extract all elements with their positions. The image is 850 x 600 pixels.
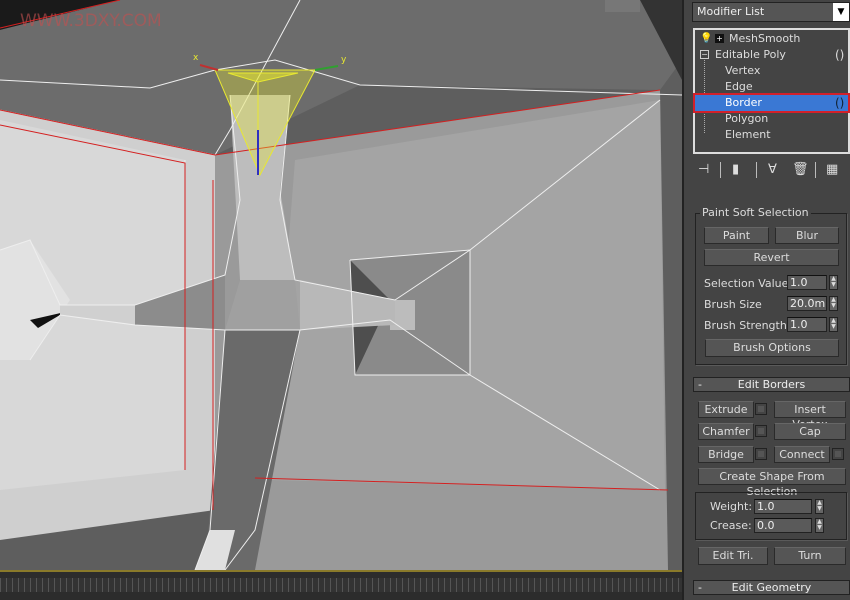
brush-strength-label: Brush Strength — [704, 319, 787, 332]
brush-size-label: Brush Size — [704, 298, 762, 311]
timeline-ticks — [0, 578, 682, 592]
connect-settings-button[interactable] — [832, 448, 844, 460]
modifier-list-dropdown[interactable]: Modifier List ▼ — [692, 2, 850, 22]
stack-item-element[interactable]: Element — [695, 127, 848, 143]
brush-size-spinner[interactable]: ▲ ▼ — [829, 296, 838, 311]
remove-modifier-icon[interactable]: 🗑 — [792, 162, 809, 177]
separator — [815, 162, 816, 178]
weight-input[interactable]: 1.0 — [754, 499, 812, 514]
perspective-viewport[interactable]: x y WWW.3DXY.COM — [0, 0, 683, 571]
selection-value-label: Selection Value — [704, 277, 789, 290]
crease-label: Crease: — [710, 519, 752, 532]
brush-size-input[interactable]: 20.0mm — [787, 296, 827, 311]
group-title: Paint Soft Selection — [700, 206, 811, 219]
edit-borders-rollout-header[interactable]: - Edit Borders — [693, 377, 850, 392]
light-icon: () — [835, 48, 845, 62]
crease-spinner[interactable]: ▲ ▼ — [815, 518, 824, 533]
modifier-list-label: Modifier List — [697, 5, 765, 18]
lightbulb-icon[interactable]: 💡 — [700, 31, 712, 47]
collapse-icon: - — [698, 581, 702, 594]
configure-modifier-sets-icon[interactable]: ▦ — [826, 162, 838, 177]
chamfer-settings-button[interactable] — [755, 425, 767, 437]
revert-button[interactable]: Revert — [704, 249, 839, 266]
connect-button[interactable]: Connect — [774, 446, 830, 463]
chamfer-button[interactable]: Chamfer — [698, 423, 754, 440]
viewport-scene: x y WWW.3DXY.COM — [0, 0, 683, 571]
edit-tri-button[interactable]: Edit Tri. — [698, 547, 768, 565]
edit-geometry-rollout-header[interactable]: - Edit Geometry — [693, 580, 850, 595]
paint-button[interactable]: Paint — [704, 227, 769, 244]
collapse-icon: - — [698, 378, 702, 391]
collapse-icon[interactable]: − — [700, 50, 709, 59]
create-shape-button[interactable]: Create Shape From Selection — [698, 468, 846, 498]
insert-vertex-button[interactable]: Insert Vertex — [774, 401, 846, 431]
weight-label: Weight: — [710, 500, 753, 513]
stack-item-border[interactable]: Border() — [693, 93, 850, 113]
modifier-stack[interactable]: 💡 + MeshSmooth − Editable Poly () Vertex… — [693, 28, 850, 154]
brush-strength-spinner[interactable]: ▲ ▼ — [829, 317, 838, 332]
bridge-settings-button[interactable] — [755, 448, 767, 460]
make-unique-icon[interactable]: ∀ — [768, 162, 777, 177]
rollout-title: Edit Geometry — [731, 581, 812, 594]
brush-strength-input[interactable]: 1.0 — [787, 317, 827, 332]
selection-value-input[interactable]: 1.0 — [787, 275, 827, 290]
separator — [720, 162, 721, 178]
cap-button[interactable]: Cap — [774, 423, 846, 440]
watermark: WWW.3DXY.COM — [20, 11, 162, 31]
separator — [756, 162, 757, 178]
bridge-button[interactable]: Bridge — [698, 446, 754, 463]
expand-icon[interactable]: + — [715, 34, 724, 43]
stack-item-meshsmooth[interactable]: 💡 + MeshSmooth — [695, 31, 848, 47]
x-axis-label: x — [193, 53, 199, 63]
stack-item-vertex[interactable]: Vertex — [695, 63, 848, 79]
selection-value-spinner[interactable]: ▲ ▼ — [829, 275, 838, 290]
brush-options-button[interactable]: Brush Options — [705, 339, 839, 357]
timeline-track[interactable] — [0, 570, 682, 600]
rollout-title: Edit Borders — [737, 378, 806, 391]
turn-button[interactable]: Turn — [774, 547, 846, 565]
show-end-result-icon[interactable]: ▮ — [732, 162, 739, 177]
chevron-down-icon[interactable]: ▼ — [833, 3, 849, 21]
stack-item-edge[interactable]: Edge — [695, 79, 848, 95]
stack-item-polygon[interactable]: Polygon — [695, 111, 848, 127]
command-panel-modify: Modifier List ▼ 💡 + MeshSmooth − Editabl… — [682, 0, 850, 600]
crease-input[interactable]: 0.0 — [754, 518, 812, 533]
weight-spinner[interactable]: ▲ ▼ — [815, 499, 824, 514]
y-axis-label: y — [341, 55, 347, 65]
extrude-button[interactable]: Extrude — [698, 401, 754, 418]
light-icon: () — [835, 96, 845, 110]
extrude-settings-button[interactable] — [755, 403, 767, 415]
blur-button[interactable]: Blur — [775, 227, 839, 244]
stack-item-editable-poly[interactable]: − Editable Poly () — [695, 47, 848, 63]
pin-stack-icon[interactable]: ⊣ — [698, 162, 709, 177]
